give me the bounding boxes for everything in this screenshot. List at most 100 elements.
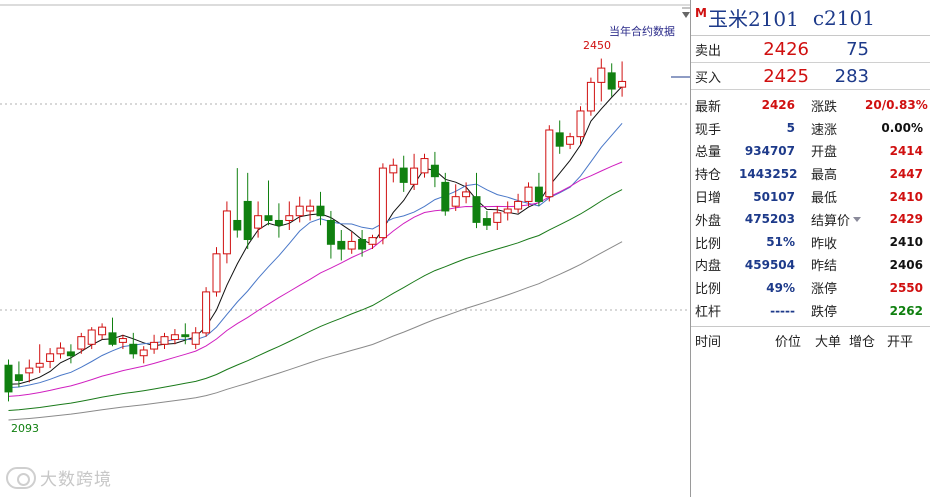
candle-body-up [347, 240, 356, 250]
candle-body-down [337, 240, 346, 250]
candlestick [389, 158, 398, 183]
candle-body-down [607, 72, 616, 90]
candle-body-down [233, 219, 242, 231]
candle-body-up [160, 336, 169, 345]
candle-body-down [555, 132, 564, 147]
stats-row: 总量 934707 开盘 2414 [691, 140, 930, 163]
candlestick [35, 344, 44, 373]
candle-body-up [295, 205, 304, 217]
dropdown-caret-icon[interactable] [853, 216, 862, 222]
stat-label: 开盘 [811, 145, 838, 161]
quote-panel: M 玉米2101 c2101 卖出 2426 75 买入 2425 283 最新… [690, 0, 930, 497]
stat-label: 持仓 [695, 168, 722, 184]
candle-body-down [243, 200, 252, 241]
contract-header: M 玉米2101 c2101 [691, 0, 930, 36]
candlestick [160, 332, 169, 350]
stats-row: 外盘 475203 结算价 2429 [691, 208, 930, 231]
candlestick [566, 132, 575, 150]
high-price-label: 2450 [583, 39, 611, 52]
stat-value: 2406 [889, 257, 923, 272]
candlestick [306, 199, 315, 221]
sell-row[interactable]: 卖出 2426 75 [691, 36, 930, 63]
candlestick [233, 168, 242, 238]
stats-row: 持仓 1443252 最高 2447 [691, 162, 930, 185]
stats-table: 最新 2426 涨跌 20/0.83% 现手 5 速涨 0.00% 总量 934… [691, 90, 930, 322]
candle-body-up [35, 362, 44, 368]
candlestick [368, 234, 377, 250]
stats-row: 杠杆 ----- 跌停 2262 [691, 299, 930, 322]
stat-label: 涨停 [811, 282, 838, 298]
ma40-line [8, 189, 623, 411]
settlement-price-dropdown[interactable]: 结算价 [795, 210, 865, 229]
candlestick [108, 317, 117, 347]
candle-body-up [56, 347, 65, 355]
candle-body-up [389, 164, 398, 174]
moving-average-lines [8, 86, 623, 421]
candlestick [66, 344, 75, 364]
candlestick [139, 346, 148, 364]
candlestick [347, 231, 356, 254]
candle-body-down [482, 218, 491, 226]
candlestick [534, 172, 543, 207]
candle-body-up [25, 367, 34, 374]
contract-data-annotation[interactable]: 当年合约数据 [609, 23, 675, 39]
candlestick [170, 329, 179, 345]
stat-value: 0.00% [881, 121, 923, 136]
candlestick [326, 210, 335, 259]
stat-label: 外盘 [695, 213, 722, 229]
sell-price: 2426 [763, 38, 809, 60]
buy-row[interactable]: 买入 2425 283 [691, 63, 930, 90]
candlestick [607, 63, 616, 97]
stat-value: 49% [766, 280, 795, 295]
contract-name: 玉米2101 [707, 7, 799, 31]
candlestick [410, 153, 419, 190]
stat-value: 475203 [744, 212, 795, 227]
watermark: 大数跨境 [6, 465, 112, 490]
ma5-line [8, 86, 623, 385]
stat-label: 总量 [695, 145, 722, 161]
candlestick [337, 230, 346, 261]
candlestick [586, 77, 595, 116]
candle-body-up [285, 215, 294, 221]
buy-volume: 283 [834, 65, 869, 87]
candlestick [243, 172, 252, 250]
candle-body-up [503, 208, 512, 214]
candle-body-down [441, 181, 450, 212]
candle-body-down [534, 186, 543, 202]
candle-body-up [212, 253, 221, 293]
candle-body-down [472, 196, 481, 223]
candle-body-up [222, 210, 231, 255]
candlestick [358, 230, 367, 257]
stat-value: 459504 [744, 257, 795, 272]
candlestick [430, 151, 439, 188]
contract-code: c2101 [812, 5, 875, 30]
candle-body-up [170, 334, 179, 341]
stat-label: 昨收 [811, 236, 838, 252]
candle-body-up [202, 291, 211, 334]
candle-body-down [326, 219, 335, 245]
kline-chart[interactable]: 当年合约数据 2450 2093 大数跨境 [0, 0, 690, 497]
tape-col-bigorder: 大单 [815, 334, 842, 350]
stat-label: 昨结 [811, 259, 838, 275]
candle-body-up [191, 332, 200, 345]
stat-value: 2414 [889, 143, 923, 158]
buy-label: 买入 [695, 70, 722, 86]
candlestick [316, 191, 325, 226]
candlestick [4, 359, 13, 402]
stat-value: 2410 [889, 189, 923, 204]
candle-body-up [410, 167, 419, 185]
collapse-arrow-icon[interactable] [682, 12, 690, 18]
candle-body-up [514, 200, 523, 210]
tape-col-openclose: 开平 [887, 334, 914, 350]
low-price-label: 2093 [11, 422, 39, 435]
stat-value: 2410 [889, 235, 923, 250]
candle-body-up [254, 215, 263, 229]
watermark-logo-icon [6, 466, 36, 489]
market-badge: M [695, 6, 707, 20]
candle-body-down [316, 205, 325, 217]
candle-body-down [181, 334, 190, 338]
stats-row: 现手 5 速涨 0.00% [691, 117, 930, 140]
stat-value: 1443252 [739, 166, 798, 181]
candlestick [222, 201, 231, 264]
candlestick [618, 61, 627, 97]
